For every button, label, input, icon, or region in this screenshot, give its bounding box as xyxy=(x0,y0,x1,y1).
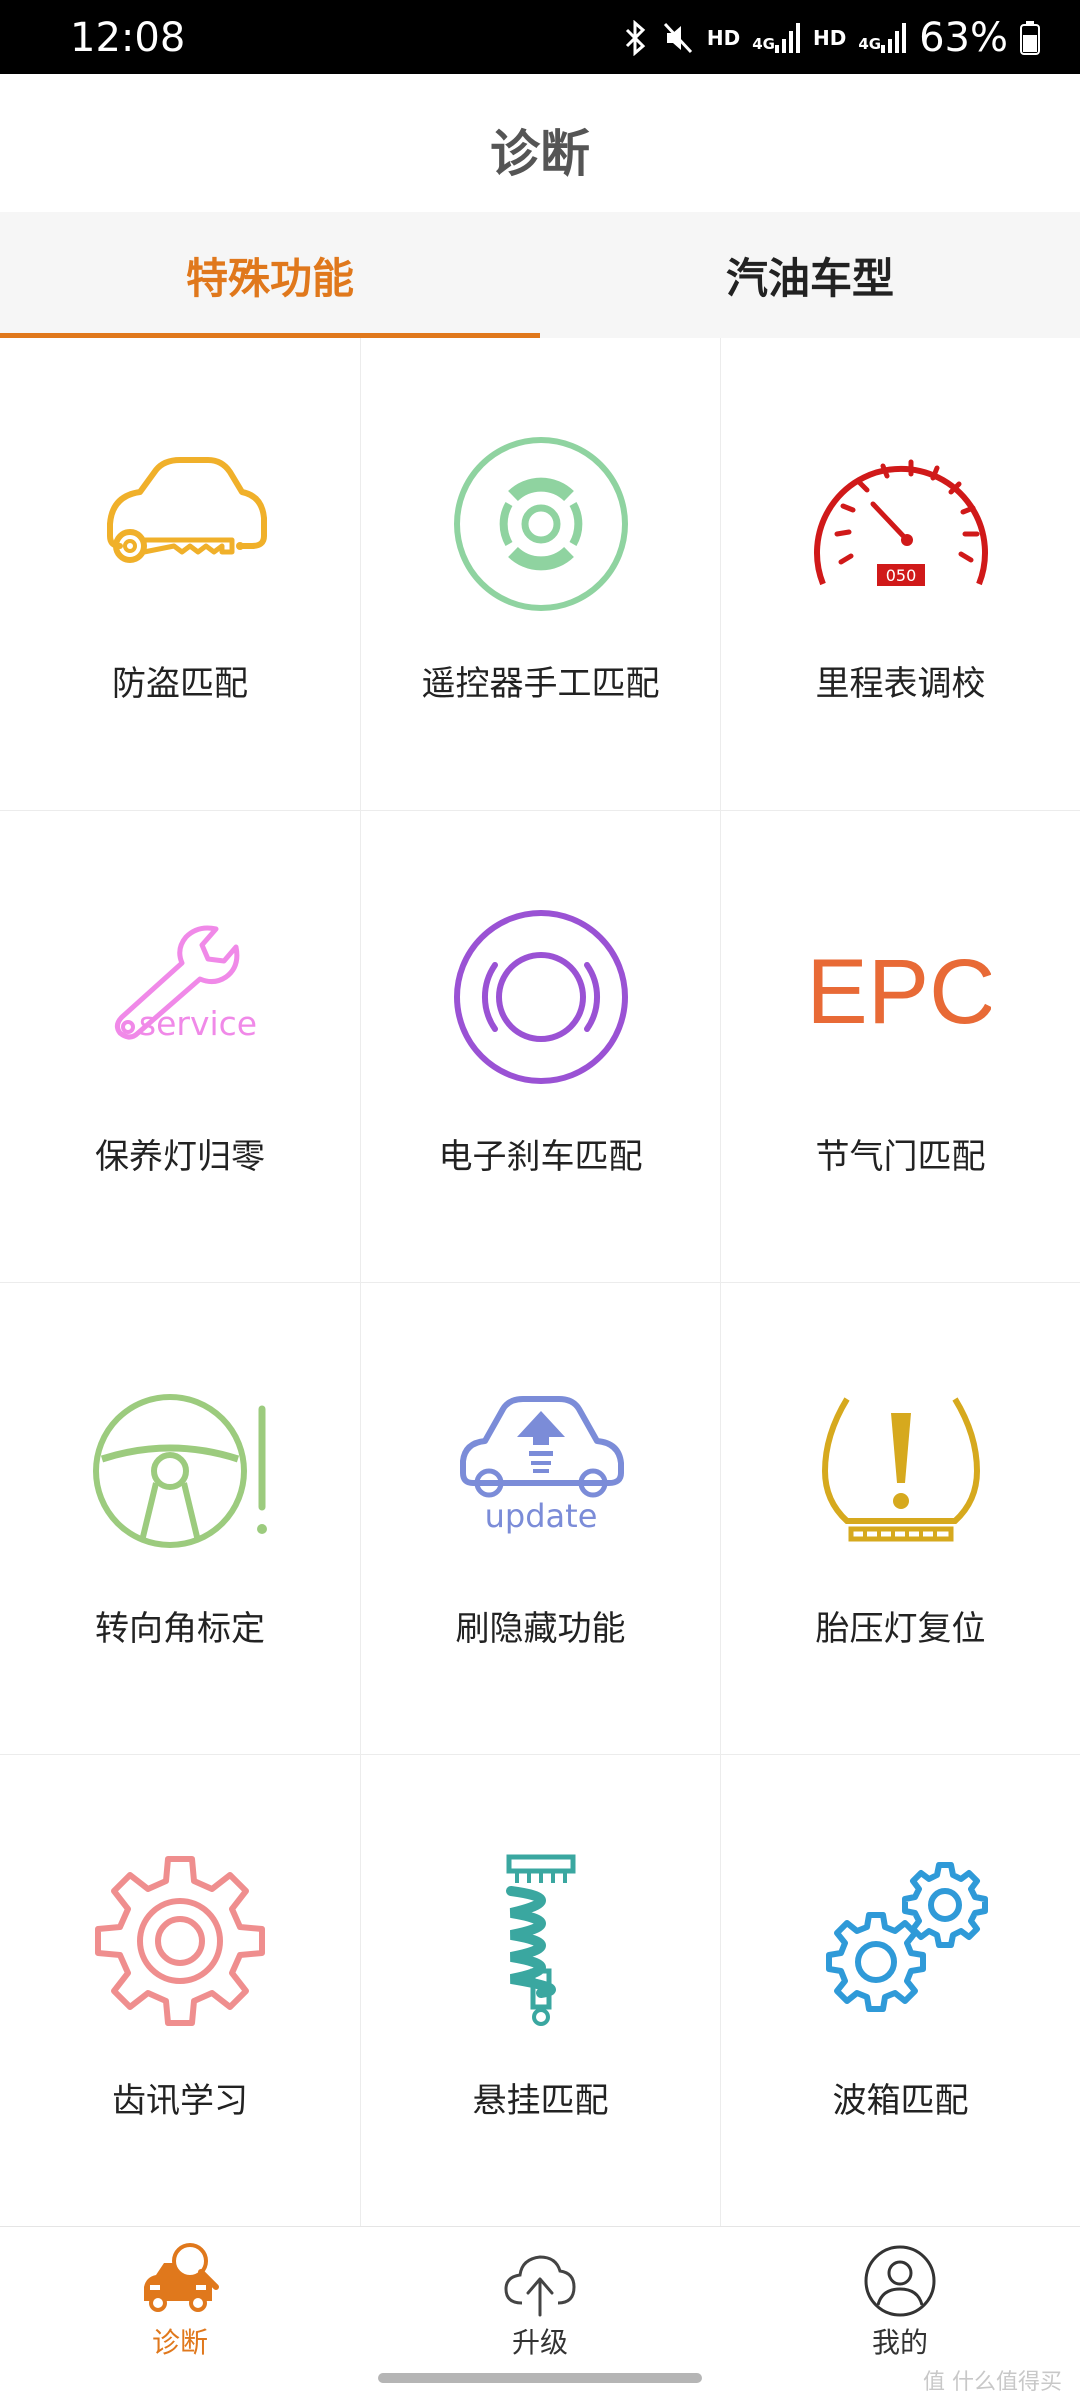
mute-icon xyxy=(661,20,695,56)
function-service-light-reset[interactable]: service 保养灯归零 xyxy=(0,810,360,1282)
nav-profile[interactable]: 我的 xyxy=(720,2227,1080,2361)
function-label: 胎压灯复位 xyxy=(815,1609,986,1649)
function-anti-theft-matching[interactable]: 防盗匹配 xyxy=(0,338,360,810)
nav-label: 升级 xyxy=(511,2326,568,2359)
function-odometer-calibration[interactable]: 050 里程表调校 xyxy=(720,338,1080,810)
status-bar: 12:08 HD 4G HD 4G 63% xyxy=(0,0,1080,74)
car-update-icon: update xyxy=(451,1379,631,1559)
status-time: 12:08 xyxy=(70,15,186,61)
service-wrench-icon: service xyxy=(90,907,270,1087)
diagnose-icon xyxy=(140,2241,220,2321)
function-throttle-matching[interactable]: EPC 节气门匹配 xyxy=(720,810,1080,1282)
car-key-icon xyxy=(90,434,270,614)
nav-upgrade[interactable]: 升级 xyxy=(360,2227,720,2361)
function-gearbox-matching[interactable]: 波箱匹配 xyxy=(720,1754,1080,2226)
function-label: 刷隐藏功能 xyxy=(455,1609,626,1649)
function-label: 电子刹车匹配 xyxy=(438,1137,643,1177)
update-text: update xyxy=(485,1497,598,1535)
remote-icon xyxy=(451,434,631,614)
function-gear-learning[interactable]: 齿讯学习 xyxy=(0,1754,360,2226)
function-label: 转向角标定 xyxy=(95,1609,265,1649)
function-label: 节气门匹配 xyxy=(815,1137,986,1177)
tab-label: 汽油车型 xyxy=(725,253,894,303)
header: 诊断 xyxy=(0,74,1080,212)
function-label: 遥控器手工匹配 xyxy=(421,664,660,704)
bottom-nav: 诊断 升级 我的 xyxy=(0,2226,1080,2361)
function-electronic-brake-matching[interactable]: 电子刹车匹配 xyxy=(360,810,720,1282)
bluetooth-icon xyxy=(621,20,649,56)
battery-percent: 63% xyxy=(919,15,1008,61)
brake-disc-icon xyxy=(451,907,631,1087)
function-label: 悬挂匹配 xyxy=(472,2081,609,2121)
signal-icon: 4G xyxy=(752,23,801,53)
function-label: 防盗匹配 xyxy=(112,664,248,704)
tab-special-functions[interactable]: 特殊功能 xyxy=(0,212,540,338)
function-steering-angle-calibration[interactable]: 转向角标定 xyxy=(0,1282,360,1754)
odometer-digits: 050 xyxy=(886,566,917,585)
cloud-upload-icon xyxy=(500,2241,580,2321)
tire-pressure-icon xyxy=(811,1379,991,1559)
service-text: service xyxy=(139,1004,257,1043)
gears-icon xyxy=(811,1851,991,2031)
tab-bar: 特殊功能 汽油车型 xyxy=(0,212,1080,338)
page-title: 诊断 xyxy=(490,125,590,183)
function-grid: 防盗匹配 遥控器手工匹配 050 里程表调校 service 保养灯归零 电子刹… xyxy=(0,338,1080,2226)
speedometer-icon: 050 xyxy=(811,434,991,614)
gesture-bar: 值 什么值得买 xyxy=(0,2360,1080,2400)
nav-label: 诊断 xyxy=(151,2326,208,2359)
profile-icon xyxy=(860,2241,940,2321)
function-suspension-matching[interactable]: 悬挂匹配 xyxy=(360,1754,720,2226)
suspension-icon xyxy=(451,1851,631,2031)
network-2-label: HD xyxy=(813,26,847,50)
gear-icon xyxy=(90,1851,270,2031)
function-remote-manual-matching[interactable]: 遥控器手工匹配 xyxy=(360,338,720,810)
tab-gasoline-models[interactable]: 汽油车型 xyxy=(540,212,1080,338)
status-icons: HD 4G HD 4G 63% xyxy=(621,15,1040,61)
function-label: 里程表调校 xyxy=(815,664,986,704)
epc-icon: EPC xyxy=(811,907,991,1087)
signal-icon: 4G xyxy=(858,23,907,53)
function-label: 齿讯学习 xyxy=(112,2081,248,2121)
function-label: 波箱匹配 xyxy=(832,2081,969,2121)
network-1-label: HD xyxy=(706,26,741,50)
tab-label: 特殊功能 xyxy=(185,253,354,303)
battery-icon xyxy=(1020,21,1040,55)
watermark: 值 什么值得买 xyxy=(923,2370,1062,2395)
epc-text: EPC xyxy=(811,941,991,1043)
steering-wheel-icon xyxy=(90,1379,270,1559)
home-indicator[interactable] xyxy=(378,2373,702,2383)
nav-diagnose[interactable]: 诊断 xyxy=(0,2227,360,2361)
function-hidden-features[interactable]: update 刷隐藏功能 xyxy=(360,1282,720,1754)
nav-label: 我的 xyxy=(871,2326,928,2359)
function-label: 保养灯归零 xyxy=(95,1137,265,1177)
function-tire-pressure-light-reset[interactable]: 胎压灯复位 xyxy=(720,1282,1080,1754)
